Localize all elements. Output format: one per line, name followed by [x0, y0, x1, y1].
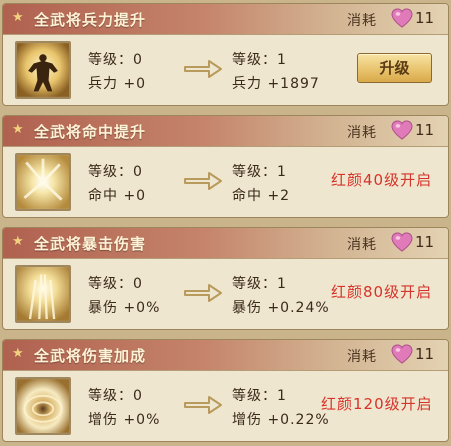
arrow-right-icon: [184, 396, 222, 414]
cost-value: 11: [415, 121, 435, 139]
card-body: 等级：0 命中 +0 等级：1 命中 +2 红颜40级开启: [3, 147, 448, 217]
skill-card-crit-damage: ★ 全武将暴击伤害 消耗 11 等级：0 暴伤 +0% 等级：1 暴伤 +0.2…: [2, 227, 449, 330]
vortex-icon: [15, 377, 71, 435]
current-level: 等级：0: [88, 52, 143, 68]
current-attribute: 增伤 +0%: [88, 412, 161, 428]
star-icon: ★: [12, 122, 24, 137]
unlock-requirement: 红颜40级开启: [331, 171, 433, 189]
skill-upgrade-panel: ★ 全武将兵力提升 消耗 11 等级：0 兵力 +0 等级：1 兵力 +1897…: [0, 0, 451, 446]
skill-card-accuracy: ★ 全武将命中提升 消耗 11 等级：0 命中 +0 等级：1 命中 +2 红颜…: [2, 115, 449, 218]
star-icon: ★: [12, 346, 24, 361]
heart-icon: [391, 344, 413, 364]
critical-flare-icon: [15, 265, 71, 323]
cost-value: 11: [415, 345, 435, 363]
arrow-right-icon: [184, 284, 222, 302]
card-header: ★ 全武将命中提升 消耗 11: [3, 116, 448, 147]
next-level: 等级：1: [232, 388, 287, 404]
current-level: 等级：0: [88, 388, 143, 404]
cost-value: 11: [415, 9, 435, 27]
unlock-requirement: 红颜120级开启: [321, 395, 433, 413]
next-attribute: 暴伤 +0.24%: [232, 300, 330, 316]
card-body: 等级：0 兵力 +0 等级：1 兵力 +1897 升级: [3, 35, 448, 105]
cost-label: 消耗: [347, 13, 377, 29]
card-title: 全武将命中提升: [34, 123, 147, 141]
card-header: ★ 全武将兵力提升 消耗 11: [3, 4, 448, 35]
unlock-requirement: 红颜80级开启: [331, 283, 433, 301]
warrior-power-icon: [15, 41, 71, 99]
star-icon: ★: [12, 10, 24, 25]
card-body: 等级：0 暴伤 +0% 等级：1 暴伤 +0.24% 红颜80级开启: [3, 259, 448, 329]
card-header: ★ 全武将暴击伤害 消耗 11: [3, 228, 448, 259]
heart-icon: [391, 8, 413, 28]
heart-icon: [391, 232, 413, 252]
skill-card-damage-bonus: ★ 全武将伤害加成 消耗 11 等级：0 增伤 +0% 等级：1 增伤 +0.2…: [2, 339, 449, 442]
next-attribute: 兵力 +1897: [232, 76, 320, 92]
card-title: 全武将兵力提升: [34, 11, 147, 29]
current-attribute: 兵力 +0: [88, 76, 147, 92]
cost-value: 11: [415, 233, 435, 251]
current-level: 等级：0: [88, 164, 143, 180]
arrow-right-icon: [184, 60, 222, 78]
next-attribute: 命中 +2: [232, 188, 291, 204]
next-level: 等级：1: [232, 164, 287, 180]
cost-label: 消耗: [347, 237, 377, 253]
current-attribute: 命中 +0: [88, 188, 147, 204]
cost-label: 消耗: [347, 125, 377, 141]
current-attribute: 暴伤 +0%: [88, 300, 161, 316]
arrow-right-icon: [184, 172, 222, 190]
card-header: ★ 全武将伤害加成 消耗 11: [3, 340, 448, 371]
skill-card-troops: ★ 全武将兵力提升 消耗 11 等级：0 兵力 +0 等级：1 兵力 +1897…: [2, 3, 449, 106]
upgrade-button[interactable]: 升级: [357, 53, 432, 83]
current-level: 等级：0: [88, 276, 143, 292]
star-icon: ★: [12, 234, 24, 249]
next-level: 等级：1: [232, 52, 287, 68]
light-burst-icon: [15, 153, 71, 211]
card-body: 等级：0 增伤 +0% 等级：1 增伤 +0.22% 红颜120级开启: [3, 371, 448, 441]
next-attribute: 增伤 +0.22%: [232, 412, 330, 428]
heart-icon: [391, 120, 413, 140]
card-title: 全武将暴击伤害: [34, 235, 147, 253]
card-title: 全武将伤害加成: [34, 347, 147, 365]
cost-label: 消耗: [347, 349, 377, 365]
next-level: 等级：1: [232, 276, 287, 292]
